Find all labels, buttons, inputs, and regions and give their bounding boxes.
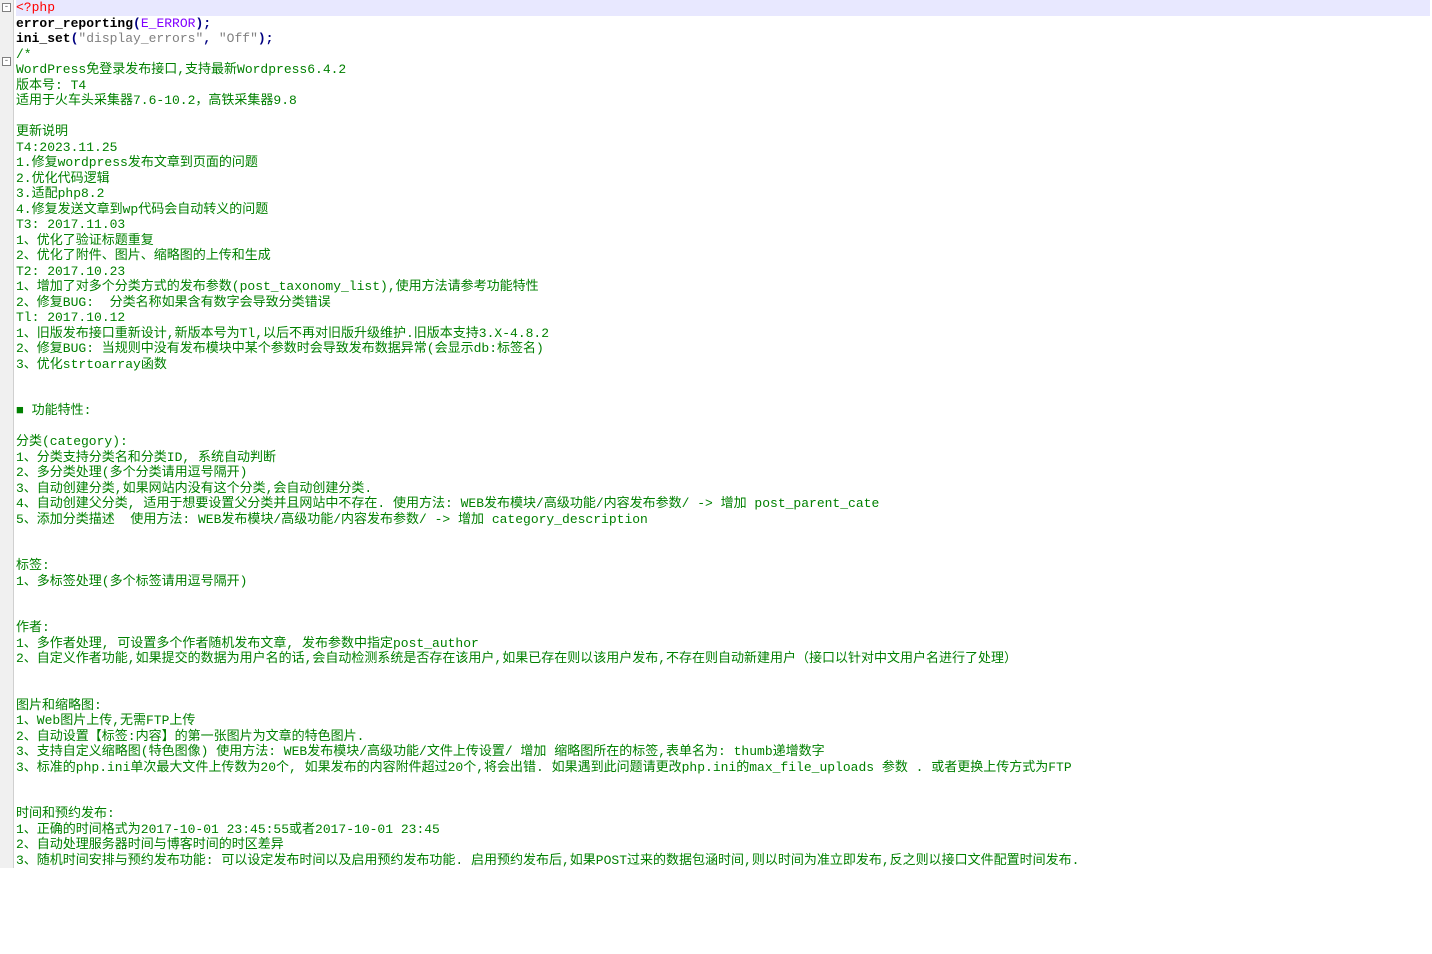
code-line: ini_set("display_errors", "Off");	[16, 31, 1430, 47]
comment-line: 1.修复wordpress发布文章到页面的问题	[16, 155, 1430, 171]
code-line: error_reporting(E_ERROR);	[16, 16, 1430, 32]
comment-line: 版本号: T4	[16, 78, 1430, 94]
comment-line: ■ 功能特性:	[16, 403, 1430, 419]
code-line: <?php	[16, 0, 1430, 16]
comment-line: 作者:	[16, 620, 1430, 636]
comment-line: 1、旧版发布接口重新设计,新版本号为Tl,以后不再对旧版升级维护.旧版本支持3.…	[16, 326, 1430, 342]
code-const: E_ERROR	[141, 16, 196, 31]
code-fold-gutter: - -	[0, 0, 14, 868]
comment-line	[16, 682, 1430, 698]
code-line: /*	[16, 47, 1430, 63]
comment-line: 2、自动处理服务器时间与博客时间的时区差异	[16, 837, 1430, 853]
comment-line: 3、随机时间安排与预约发布功能: 可以设定发布时间以及启用预约发布功能. 启用预…	[16, 853, 1430, 869]
comment-line: 2、自定义作者功能,如果提交的数据为用户名的话,会自动检测系统是否存在该用户,如…	[16, 651, 1430, 667]
comment-line: 2、修复BUG: 分类名称如果含有数字会导致分类错误	[16, 295, 1430, 311]
comment-line: 图片和缩略图:	[16, 698, 1430, 714]
comment-line	[16, 109, 1430, 125]
comment-line	[16, 527, 1430, 543]
comment-line: 1、分类支持分类名和分类ID, 系统自动判断	[16, 450, 1430, 466]
comment-line: 3.适配php8.2	[16, 186, 1430, 202]
comment-line	[16, 605, 1430, 621]
comment-line	[16, 775, 1430, 791]
comment-line: 2、优化了附件、图片、缩略图的上传和生成	[16, 248, 1430, 264]
php-open-tag: <?php	[16, 0, 55, 15]
code-punct: );	[195, 16, 211, 31]
comment-line: 1、增加了对多个分类方式的发布参数(post_taxonomy_list),使用…	[16, 279, 1430, 295]
comment-line: 1、正确的时间格式为2017-10-01 23:45:55或者2017-10-0…	[16, 822, 1430, 838]
comment-line: 3、支持自定义缩略图(特色图像) 使用方法: WEB发布模块/高级功能/文件上传…	[16, 744, 1430, 760]
comment-line: 1、多作者处理, 可设置多个作者随机发布文章, 发布参数中指定post_auth…	[16, 636, 1430, 652]
comment-line: T4:2023.11.25	[16, 140, 1430, 156]
comment-line: 1、Web图片上传,无需FTP上传	[16, 713, 1430, 729]
comment-line: 1、多标签处理(多个标签请用逗号隔开)	[16, 574, 1430, 590]
comment-line	[16, 419, 1430, 435]
comment-line: T2: 2017.10.23	[16, 264, 1430, 280]
fold-toggle-1[interactable]: -	[2, 3, 11, 12]
comment-line	[16, 589, 1430, 605]
code-punct: (	[133, 16, 141, 31]
comment-line: 3、标准的php.ini单次最大文件上传数为20个, 如果发布的内容附件超过20…	[16, 760, 1430, 776]
comment-line: 4.修复发送文章到wp代码会自动转义的问题	[16, 202, 1430, 218]
comment-line	[16, 388, 1430, 404]
comment-line: 3、优化strtoarray函数	[16, 357, 1430, 373]
comment-line: 适用于火车头采集器7.6-10.2，高铁采集器9.8	[16, 93, 1430, 109]
code-editor-content: <?php error_reporting(E_ERROR); ini_set(…	[14, 0, 1432, 868]
code-string: "Off"	[219, 31, 258, 46]
code-punct: ,	[203, 31, 219, 46]
comment-line: Tl: 2017.10.12	[16, 310, 1430, 326]
comment-line: 标签:	[16, 558, 1430, 574]
comment-line: 2、修复BUG: 当规则中没有发布模块中某个参数时会导致发布数据异常(会显示db…	[16, 341, 1430, 357]
code-string: "display_errors"	[78, 31, 203, 46]
comment-line: 时间和预约发布:	[16, 806, 1430, 822]
code-fn: ini_set	[16, 31, 71, 46]
comment-line: 4、自动创建父分类, 适用于想要设置父分类并且网站中不存在. 使用方法: WEB…	[16, 496, 1430, 512]
comment-line: 2、多分类处理(多个分类请用逗号隔开)	[16, 465, 1430, 481]
comment-line	[16, 791, 1430, 807]
comment-open: /*	[16, 47, 32, 62]
code-punct: );	[258, 31, 274, 46]
comment-line: 2、自动设置【标签:内容】的第一张图片为文章的特色图片.	[16, 729, 1430, 745]
comment-line	[16, 667, 1430, 683]
fold-toggle-2[interactable]: -	[2, 57, 11, 66]
comment-line	[16, 372, 1430, 388]
comment-line: 分类(category):	[16, 434, 1430, 450]
comment-line: 5、添加分类描述 使用方法: WEB发布模块/高级功能/内容发布参数/ -> 增…	[16, 512, 1430, 528]
code-fn: error_reporting	[16, 16, 133, 31]
comment-line: 2.优化代码逻辑	[16, 171, 1430, 187]
comment-line: WordPress免登录发布接口,支持最新Wordpress6.4.2	[16, 62, 1430, 78]
comment-line: 1、优化了验证标题重复	[16, 233, 1430, 249]
comment-line	[16, 543, 1430, 559]
comment-line: T3: 2017.11.03	[16, 217, 1430, 233]
comment-line: 更新说明	[16, 124, 1430, 140]
comment-line: 3、自动创建分类,如果网站内没有这个分类,会自动创建分类.	[16, 481, 1430, 497]
